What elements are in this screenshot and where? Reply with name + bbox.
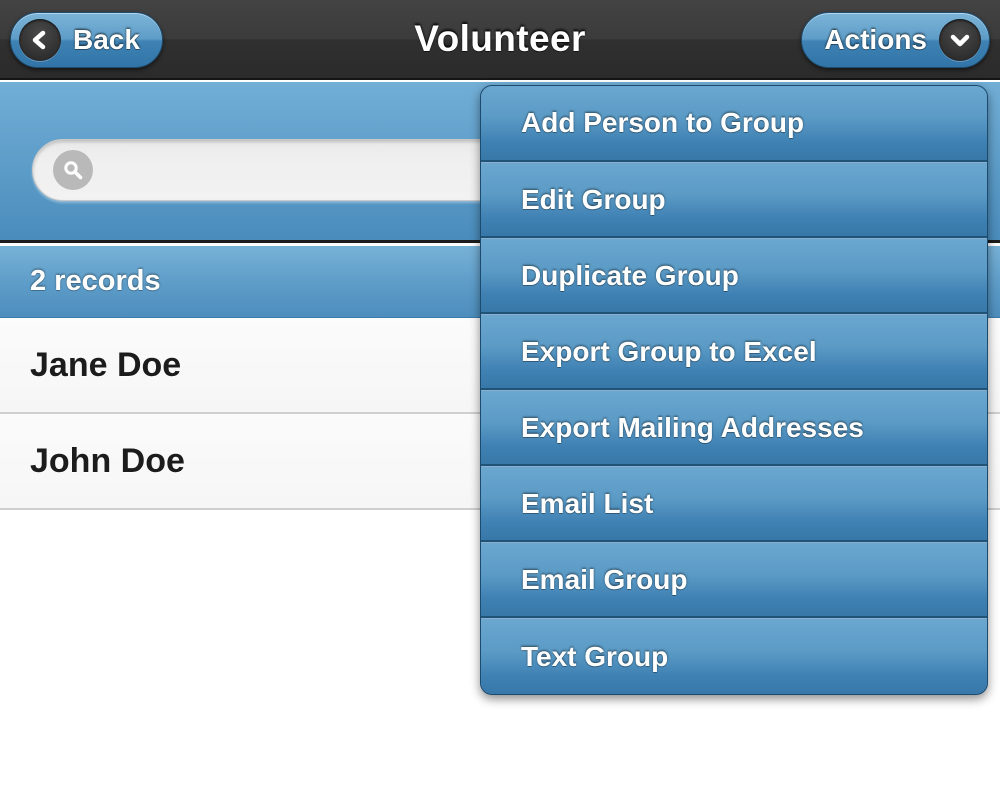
menu-item-edit-group[interactable]: Edit Group [481,162,987,238]
menu-item-duplicate-group[interactable]: Duplicate Group [481,238,987,314]
actions-dropdown-menu: Add Person to Group Edit Group Duplicate… [480,85,988,695]
menu-item-label: Email List [521,487,654,519]
menu-item-add-person-to-group[interactable]: Add Person to Group [481,86,987,162]
record-name: John Doe [30,441,185,480]
chevron-down-icon [939,19,981,61]
menu-item-email-list[interactable]: Email List [481,466,987,542]
menu-item-text-group[interactable]: Text Group [481,618,987,694]
menu-item-label: Add Person to Group [521,107,805,138]
menu-item-email-group[interactable]: Email Group [481,542,987,618]
navigation-bar: Back Volunteer Actions [0,0,1000,80]
menu-item-export-mailing-addresses[interactable]: Export Mailing Addresses [481,390,987,466]
menu-item-label: Text Group [521,640,669,672]
record-name: Jane Doe [30,345,182,384]
records-count-label: 2 records [30,265,161,297]
actions-button[interactable]: Actions [801,12,990,68]
search-icon [53,150,93,190]
menu-item-export-group-to-excel[interactable]: Export Group to Excel [481,314,987,390]
actions-button-label: Actions [824,24,927,55]
menu-item-label: Export Mailing Addresses [521,411,864,443]
app-root: Back Volunteer Actions 2 records Jane Do… [0,0,1000,790]
menu-item-label: Duplicate Group [521,259,739,291]
menu-item-label: Edit Group [521,183,666,215]
menu-item-label: Email Group [521,563,688,595]
menu-item-label: Export Group to Excel [521,335,817,367]
